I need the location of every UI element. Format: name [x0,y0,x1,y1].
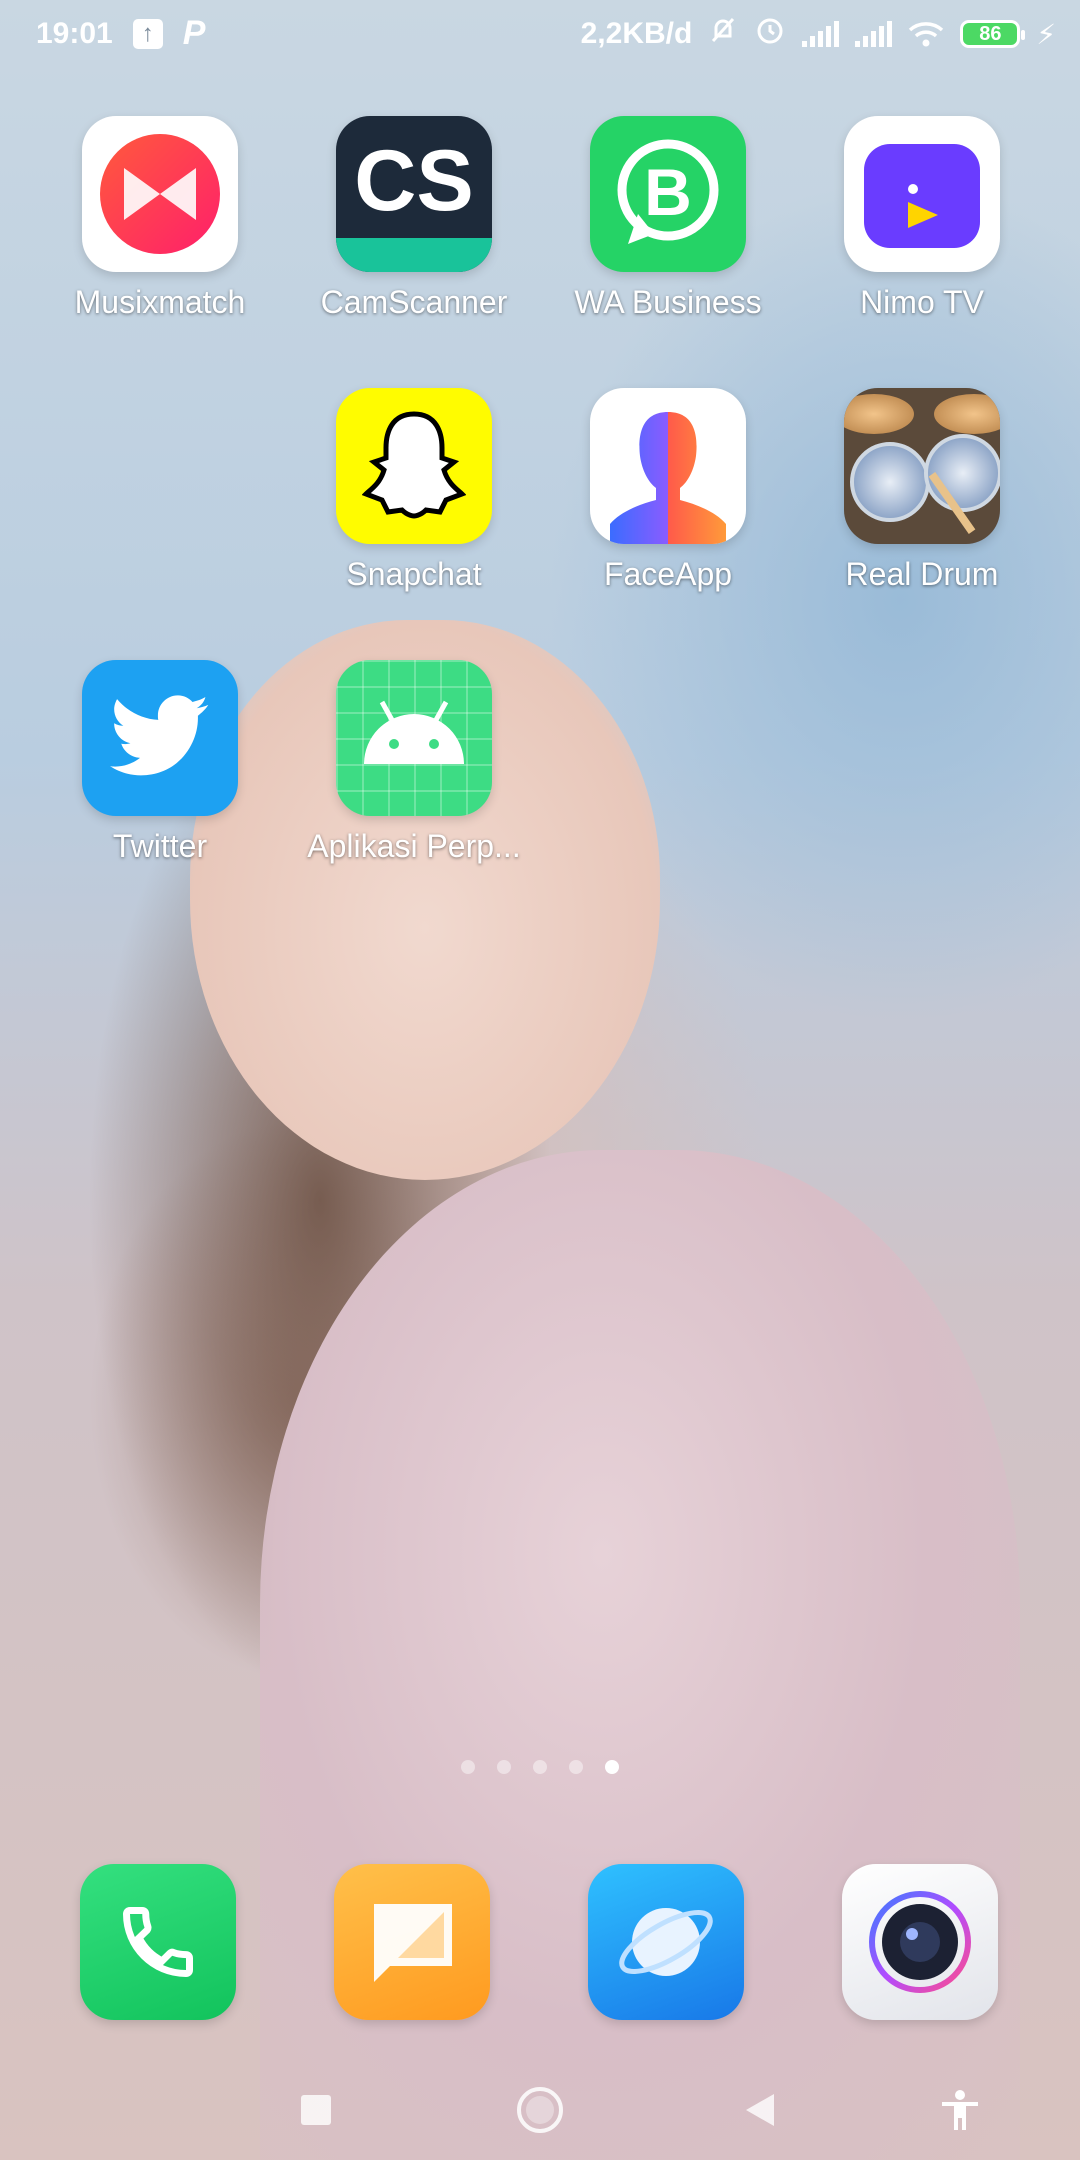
app-label: Aplikasi Perp... [307,828,521,864]
faceapp-icon [590,388,746,544]
browser-icon [619,1908,713,1976]
p-icon: P [182,14,206,52]
signal-icon [855,21,893,47]
circle-icon [517,2087,563,2133]
mute-icon [708,15,738,53]
camscanner-icon: CS [336,116,492,272]
status-bar: 19:01 ↑ P 2,2KB/d 86 ⚡ [0,0,1080,68]
app-label: Musixmatch [74,284,246,320]
camera-icon [869,1891,971,1993]
app-label: FaceApp [603,556,733,592]
dock-browser[interactable] [588,1864,744,2020]
app-nimo-tv[interactable]: Nimo TV [802,116,1042,321]
app-camscanner[interactable]: CS CamScanner [294,116,534,321]
messaging-icon [374,1904,452,1982]
alarm-icon [754,14,786,54]
app-faceapp[interactable]: FaceApp [548,388,788,593]
recents-button[interactable] [286,2080,346,2140]
accessibility-icon [942,2090,978,2130]
app-label: Twitter [112,828,208,864]
dock-phone[interactable] [80,1864,236,2020]
phone-icon [122,1907,193,1978]
page-dot[interactable] [533,1760,547,1774]
app-label: Snapchat [346,556,482,592]
clock: 19:01 [36,16,113,50]
navigation-bar [0,2060,1080,2160]
nimo-tv-icon [844,116,1000,272]
app-snapchat[interactable]: Snapchat [294,388,534,593]
app-twitter[interactable]: Twitter [40,660,280,865]
app-aplikasi-perp[interactable]: Aplikasi Perp... [294,660,534,865]
dock-messaging[interactable] [334,1864,490,2020]
page-dot[interactable] [497,1760,511,1774]
back-triangle-icon [746,2094,774,2126]
page-dot[interactable] [569,1760,583,1774]
page-indicator [0,1760,1080,1774]
musixmatch-icon [82,116,238,272]
app-musixmatch[interactable]: Musixmatch [40,116,280,321]
back-button[interactable] [730,2080,790,2140]
app-label: Nimo TV [860,284,984,320]
twitter-icon [82,660,238,816]
accessibility-button[interactable] [930,2080,990,2140]
battery-icon: 86 [960,20,1026,48]
app-label: CamScanner [320,284,508,320]
app-real-drum[interactable]: Real Drum [802,388,1042,593]
snapchat-icon [336,388,492,544]
wifi-icon [908,20,944,48]
upload-icon: ↑ [132,18,163,49]
square-icon [301,2095,331,2125]
app-label: Real Drum [845,556,999,592]
page-dot[interactable] [461,1760,475,1774]
dock-camera[interactable] [842,1864,998,2020]
whatsapp-business-icon: B [590,116,746,272]
real-drum-icon [844,388,1000,544]
signal-icon [802,21,840,47]
charging-icon: ⚡ [1036,18,1056,50]
page-dot-active[interactable] [605,1760,619,1774]
network-speed: 2,2KB/d [580,17,693,50]
android-icon [336,660,492,816]
app-label: WA Business [574,284,762,320]
home-button[interactable] [510,2080,570,2140]
app-wa-business[interactable]: B WA Business [548,116,788,321]
